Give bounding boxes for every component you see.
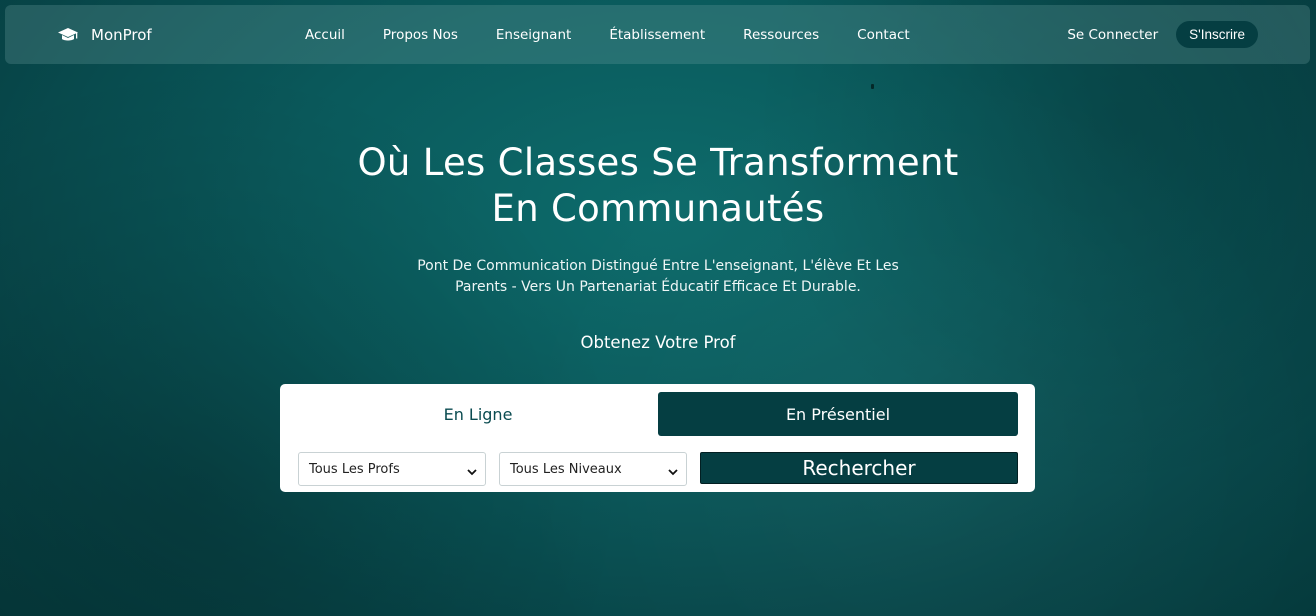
profs-select-value: Tous Les Profs (309, 461, 400, 477)
hero-subtitle-line-2: Parents - Vers Un Partenariat Éducatif E… (455, 279, 861, 295)
levels-select-value: Tous Les Niveaux (510, 461, 622, 477)
login-link[interactable]: Se Connecter (1067, 27, 1158, 43)
brand-name: MonProf (91, 25, 152, 44)
nav-link-establishment[interactable]: Établissement (609, 27, 705, 43)
chevron-down-icon (668, 465, 678, 476)
nav-link-about[interactable]: Propos Nos (383, 27, 458, 43)
signup-button[interactable]: S'Inscrire (1176, 21, 1258, 48)
hero-subtitle-line-1: Pont De Communication Distingué Entre L'… (417, 258, 899, 274)
chevron-down-icon (467, 465, 477, 476)
auth-actions: Se Connecter S'Inscrire (1067, 5, 1258, 64)
nav-link-resources[interactable]: Ressources (743, 27, 819, 43)
nav-link-teacher[interactable]: Enseignant (496, 27, 571, 43)
levels-select[interactable]: Tous Les Niveaux (499, 452, 687, 486)
hero-title: Où Les Classes Se Transforment En Commun… (0, 140, 1316, 232)
search-card: En Ligne En Présentiel Tous Les Profs To… (280, 384, 1035, 492)
find-prof-heading: Obtenez Votre Prof (580, 333, 736, 352)
tab-in-person[interactable]: En Présentiel (658, 392, 1018, 436)
background-texture (0, 0, 1316, 616)
tab-online[interactable]: En Ligne (298, 392, 658, 436)
hero-title-line-1: Où Les Classes Se Transforment (357, 141, 959, 184)
brand[interactable]: MonProf (57, 5, 152, 64)
hero-subtitle: Pont De Communication Distingué Entre L'… (400, 256, 916, 298)
profs-select[interactable]: Tous Les Profs (298, 452, 486, 486)
background-speck (871, 84, 874, 89)
hero-title-line-2: En Communautés (491, 187, 825, 230)
nav-link-contact[interactable]: Contact (857, 27, 910, 43)
top-navbar: MonProf Accuil Propos Nos Enseignant Éta… (5, 5, 1310, 64)
main-nav: Accuil Propos Nos Enseignant Établisseme… (305, 5, 948, 64)
graduation-cap-icon (57, 27, 79, 43)
nav-link-accueil[interactable]: Accuil (305, 27, 345, 43)
search-button[interactable]: Rechercher (700, 452, 1018, 484)
